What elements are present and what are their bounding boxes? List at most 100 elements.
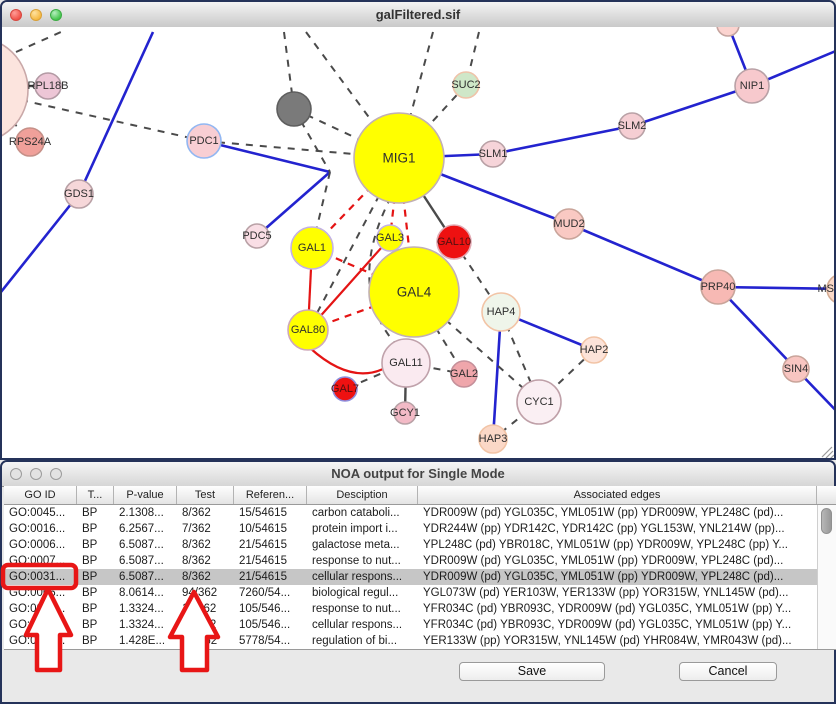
graph-node-MSI[interactable]: MSI: [817, 274, 834, 304]
table-row[interactable]: GO:0007...BP6.5087...8/36221/54615respon…: [4, 553, 817, 569]
table-cell[interactable]: GO:0031...: [4, 569, 77, 585]
column-header-1[interactable]: T...: [77, 486, 114, 504]
table-cell[interactable]: response to nut...: [307, 553, 418, 569]
graph-node-GAL11[interactable]: GAL11: [382, 339, 430, 387]
graph-node-GAL2[interactable]: GAL2: [450, 361, 478, 387]
table-cell[interactable]: 21/54615: [234, 569, 307, 585]
table-cell[interactable]: YDR009W (pd) YGL035C, YML051W (pp) YDR00…: [418, 505, 817, 521]
graph-node-MUD2[interactable]: MUD2: [553, 209, 584, 239]
graph-node-SUC2[interactable]: SUC2: [451, 72, 480, 98]
table-cell[interactable]: protein import i...: [307, 521, 418, 537]
table-cell[interactable]: 1.3324...: [114, 617, 177, 633]
table-cell[interactable]: YGL073W (pd) YER103W, YER133W (pp) YOR31…: [418, 585, 817, 601]
table-cell[interactable]: BP: [77, 601, 114, 617]
table-cell[interactable]: YDR009W (pd) YGL035C, YML051W (pp) YDR00…: [418, 569, 817, 585]
table-cell[interactable]: 5778/54...: [234, 633, 307, 649]
table-cell[interactable]: GO:0016...: [4, 521, 77, 537]
graph-node-top-node[interactable]: [717, 27, 739, 36]
table-cell[interactable]: YDR244W (pp) YDR142C, YDR142C (pp) YGL15…: [418, 521, 817, 537]
table-cell[interactable]: 10/54615: [234, 521, 307, 537]
graph-node-GCY1[interactable]: GCY1: [390, 402, 420, 424]
column-header-4[interactable]: Referen...: [234, 486, 307, 504]
table-cell[interactable]: YFR034C (pd) YBR093C, YDR009W (pd) YGL03…: [418, 617, 817, 633]
table-cell[interactable]: GO:0065...: [4, 585, 77, 601]
table-cell[interactable]: response to nut...: [307, 601, 418, 617]
table-cell[interactable]: 6.5087...: [114, 553, 177, 569]
graph-node-MIG1[interactable]: MIG1: [354, 113, 444, 203]
graph-node-GAL4[interactable]: GAL4: [369, 247, 459, 337]
graph-node-HAP2[interactable]: HAP2: [580, 337, 609, 363]
table-cell[interactable]: GO:0007...: [4, 553, 77, 569]
graph-node-SIN4[interactable]: SIN4: [783, 356, 809, 382]
table-cell[interactable]: BP: [77, 521, 114, 537]
table-cell[interactable]: 15/54615: [234, 505, 307, 521]
table-row[interactable]: GO:0031...BP6.5087...8/36221/54615cellul…: [4, 569, 817, 585]
table-cell[interactable]: 6.2567...: [114, 521, 177, 537]
results-table[interactable]: GO:0045...BP2.1308...8/36215/54615carbon…: [4, 505, 817, 649]
graph-node-RPS24A[interactable]: RPS24A: [9, 128, 52, 156]
table-cell[interactable]: BP: [77, 569, 114, 585]
table-cell[interactable]: 8/362: [177, 537, 234, 553]
table-cell[interactable]: BP: [77, 585, 114, 601]
table-cell[interactable]: BP: [77, 537, 114, 553]
graph-node-PDC1[interactable]: PDC1: [187, 124, 221, 158]
table-cell[interactable]: BP: [77, 633, 114, 649]
table-cell[interactable]: GO:0031...: [4, 617, 77, 633]
table-cell[interactable]: 8/362: [177, 505, 234, 521]
table-cell[interactable]: 11/362: [177, 617, 234, 633]
table-cell[interactable]: 21/54615: [234, 553, 307, 569]
table-cell[interactable]: 105/546...: [234, 617, 307, 633]
graph-node-HAP4[interactable]: HAP4: [482, 293, 520, 331]
column-header-3[interactable]: Test: [177, 486, 234, 504]
graph-node-HAP3[interactable]: HAP3: [479, 425, 508, 453]
table-cell[interactable]: 8.0614...: [114, 585, 177, 601]
table-cell[interactable]: GO:0050...: [4, 633, 77, 649]
table-row[interactable]: GO:0006...BP6.5087...8/36221/54615galact…: [4, 537, 817, 553]
table-row[interactable]: GO:0016...BP6.2567...7/36210/54615protei…: [4, 521, 817, 537]
graph-node-RPL18B[interactable]: RPL18B: [28, 73, 69, 99]
table-row[interactable]: GO:0050...BP1.428E...80/3625778/54...reg…: [4, 633, 817, 649]
scrollbar-thumb[interactable]: [821, 508, 832, 534]
table-cell[interactable]: biological regul...: [307, 585, 418, 601]
resize-grip[interactable]: [822, 447, 834, 458]
table-cell[interactable]: 1.428E...: [114, 633, 177, 649]
table-cell[interactable]: GO:0045...: [4, 505, 77, 521]
graph-node-big-left[interactable]: [2, 37, 28, 143]
graph-node-GAL10[interactable]: GAL10: [437, 225, 471, 259]
table-cell[interactable]: 6.5087...: [114, 569, 177, 585]
table-cell[interactable]: YDR009W (pd) YGL035C, YML051W (pp) YDR00…: [418, 553, 817, 569]
table-cell[interactable]: GO:0006...: [4, 537, 77, 553]
graph-node-GAL7[interactable]: GAL7: [331, 377, 359, 401]
table-cell[interactable]: 8/362: [177, 553, 234, 569]
table-row[interactable]: GO:0065...BP8.0614...94/3627260/54...bio…: [4, 585, 817, 601]
table-cell[interactable]: 2.1308...: [114, 505, 177, 521]
table-cell[interactable]: GO:0031...: [4, 601, 77, 617]
table-cell[interactable]: 21/54615: [234, 537, 307, 553]
table-cell[interactable]: 105/546...: [234, 601, 307, 617]
table-cell[interactable]: 8/362: [177, 569, 234, 585]
table-row[interactable]: GO:0045...BP2.1308...8/36215/54615carbon…: [4, 505, 817, 521]
table-cell[interactable]: cellular respons...: [307, 617, 418, 633]
graph-node-GAL80[interactable]: GAL80: [288, 310, 328, 350]
table-cell[interactable]: 80/362: [177, 633, 234, 649]
table-cell[interactable]: YFR034C (pd) YBR093C, YDR009W (pd) YGL03…: [418, 601, 817, 617]
cancel-button[interactable]: Cancel: [679, 662, 777, 681]
graph-node-SLM1[interactable]: SLM1: [479, 141, 508, 167]
graph-node-GAL3[interactable]: GAL3: [376, 225, 404, 251]
table-row[interactable]: GO:0031...BP1.3324...11/362105/546...cel…: [4, 617, 817, 633]
table-cell[interactable]: cellular respons...: [307, 569, 418, 585]
table-row[interactable]: GO:0031...BP1.3324...11/362105/546...res…: [4, 601, 817, 617]
table-cell[interactable]: 11/362: [177, 601, 234, 617]
table-cell[interactable]: BP: [77, 617, 114, 633]
table-cell[interactable]: BP: [77, 553, 114, 569]
table-cell[interactable]: YPL248C (pd) YBR018C, YML051W (pp) YDR00…: [418, 537, 817, 553]
graph-node-gray-node[interactable]: [277, 92, 311, 126]
column-header-6[interactable]: Associated edges: [418, 486, 817, 504]
table-cell[interactable]: 94/362: [177, 585, 234, 601]
vertical-scrollbar[interactable]: [817, 505, 836, 649]
table-cell[interactable]: BP: [77, 505, 114, 521]
table-cell[interactable]: regulation of bi...: [307, 633, 418, 649]
table-cell[interactable]: 7260/54...: [234, 585, 307, 601]
column-header-2[interactable]: P-value: [114, 486, 177, 504]
table-cell[interactable]: carbon cataboli...: [307, 505, 418, 521]
